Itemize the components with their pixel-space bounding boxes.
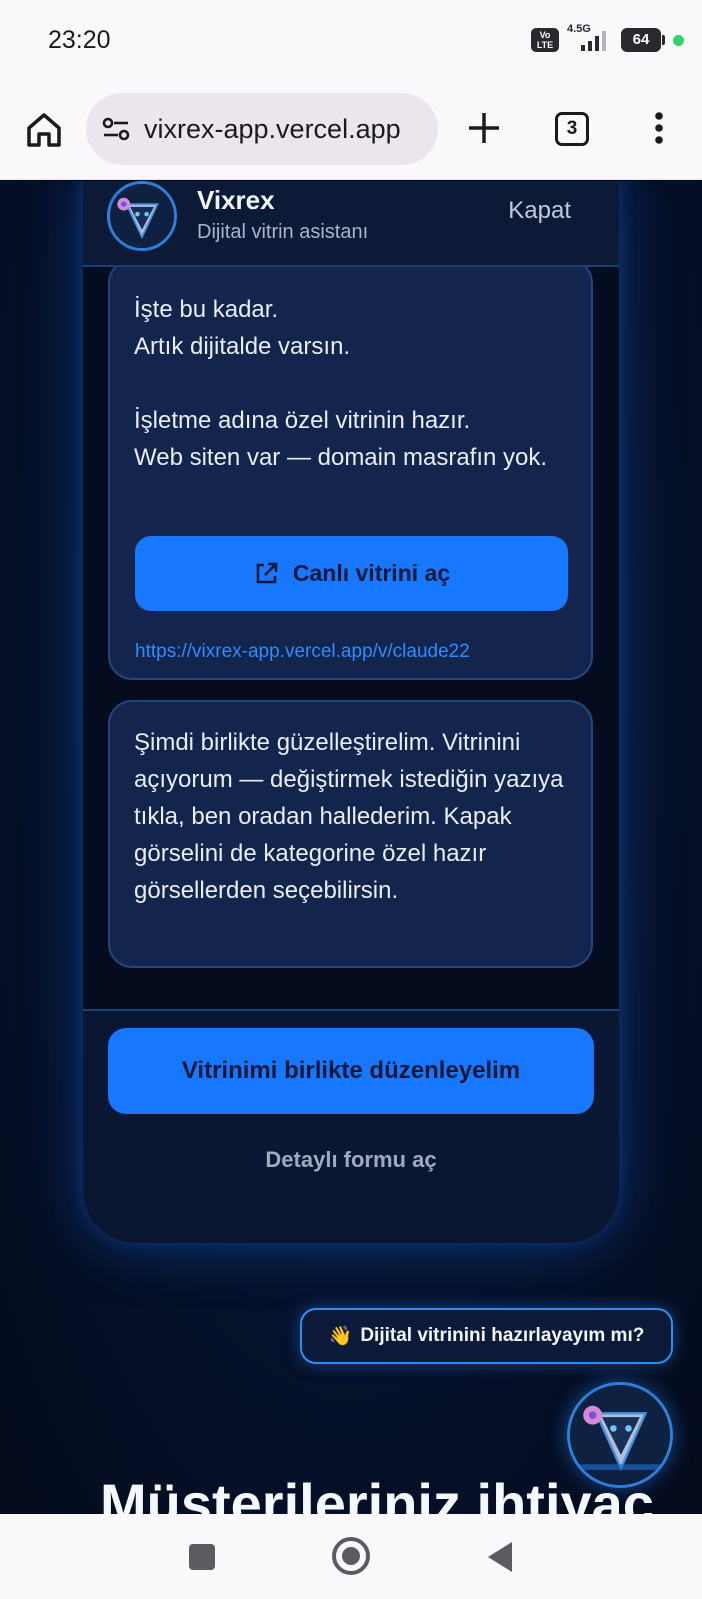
plus-icon xyxy=(469,113,499,143)
chat-header: Vixrex Dijital vitrin asistanı Kapat xyxy=(83,181,619,267)
edit-storefront-button[interactable]: Vitrinimi birlikte düzenleyelim xyxy=(108,1028,594,1114)
message-text: Şimdi birlikte güzelleştirelim. Vitrinin… xyxy=(134,729,564,904)
robot-avatar-icon xyxy=(570,1385,670,1485)
footer-divider xyxy=(83,1009,619,1011)
storefront-link[interactable]: https://vixrex-app.vercel.app/v/claude22 xyxy=(135,633,470,670)
close-chat-button[interactable]: Kapat xyxy=(508,197,571,225)
battery-icon: 64 xyxy=(621,28,665,52)
wave-emoji-icon: 👋 xyxy=(328,1326,353,1347)
assistant-name: Vixrex xyxy=(197,185,275,215)
home-icon xyxy=(27,113,61,147)
browser-toolbar: vixrex-app.vercel.app 3 xyxy=(0,86,702,180)
prompt-chip-label: Dijital vitrinini hazırlayayım mı? xyxy=(360,1325,645,1346)
open-detailed-form-link[interactable]: Detaylı formu aç xyxy=(83,1147,619,1173)
message-text: İşte bu kadar. Artık dijitalde varsın. İ… xyxy=(134,296,548,471)
assistant-subtitle: Dijital vitrin asistanı xyxy=(197,221,369,243)
open-live-storefront-label: Canlı vitrini aç xyxy=(292,560,451,586)
external-link-icon xyxy=(256,562,278,583)
assistant-prompt-chip[interactable]: 👋 Dijital vitrinini hazırlayayım mı? xyxy=(300,1308,673,1364)
site-settings-icon[interactable] xyxy=(100,113,132,145)
url-text[interactable]: vixrex-app.vercel.app xyxy=(144,114,401,145)
message-list: İşte bu kadar. Artık dijitalde varsın. İ… xyxy=(83,267,619,1009)
assistant-message: Şimdi birlikte güzelleştirelim. Vitrinin… xyxy=(108,700,593,968)
web-page: Vixrex Dijital vitrin asistanı Kapat İşt… xyxy=(0,181,702,1514)
more-vert-icon xyxy=(655,112,663,144)
privacy-indicator-dot xyxy=(673,34,684,46)
assistant-message: İşte bu kadar. Artık dijitalde varsın. İ… xyxy=(108,267,593,680)
open-live-storefront-button[interactable]: Canlı vitrini aç xyxy=(135,536,568,611)
recents-button[interactable] xyxy=(189,1544,215,1570)
system-nav-bar xyxy=(0,1514,702,1599)
tab-switcher-button[interactable]: 3 xyxy=(555,112,589,146)
robot-avatar-icon xyxy=(110,184,174,248)
new-tab-button[interactable] xyxy=(464,108,504,148)
home-button[interactable] xyxy=(24,110,64,150)
signal-icon: 4.5G xyxy=(567,23,613,53)
status-time: 23:20 xyxy=(48,26,111,54)
assistant-avatar xyxy=(107,181,177,251)
hero-heading: Müşterileriniz ihtiyaç xyxy=(100,1472,654,1514)
home-nav-button[interactable] xyxy=(332,1537,370,1575)
chat-panel: Vixrex Dijital vitrin asistanı Kapat İşt… xyxy=(83,181,619,1243)
back-button[interactable] xyxy=(488,1542,512,1572)
more-menu-button[interactable] xyxy=(644,108,674,148)
network-type-label: 4.5G xyxy=(567,23,591,35)
volte-icon: Vo LTE xyxy=(531,28,559,52)
status-bar: 23:20 Vo LTE 4.5G 64 xyxy=(0,0,702,86)
address-bar[interactable]: vixrex-app.vercel.app xyxy=(86,93,438,165)
status-icons: Vo LTE 4.5G 64 xyxy=(531,23,684,53)
